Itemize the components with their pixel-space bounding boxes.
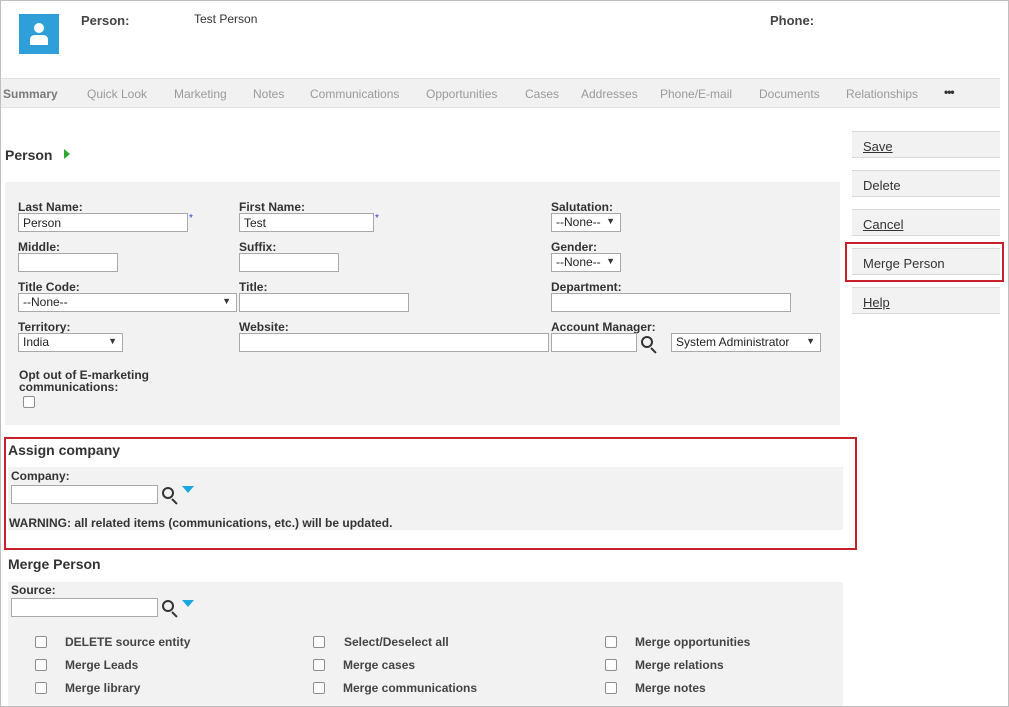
gender-select[interactable]: --None-- ▼: [551, 253, 621, 272]
save-button[interactable]: Save: [852, 131, 1000, 158]
merge-notes-label: Merge notes: [635, 681, 706, 695]
merge-leads-checkbox[interactable]: [35, 659, 47, 671]
gender-value: --None--: [556, 255, 601, 269]
tab-quick-look[interactable]: Quick Look: [87, 87, 147, 101]
merge-leads-label: Merge Leads: [65, 658, 139, 672]
merge-notes-checkbox[interactable]: [605, 682, 617, 694]
department-label: Department:: [551, 280, 622, 294]
delete-source-label: DELETE source entity: [65, 635, 191, 649]
department-input[interactable]: [551, 293, 791, 312]
gender-label: Gender:: [551, 240, 598, 254]
source-label: Source:: [11, 583, 56, 597]
dropdown-arrow-icon: ▼: [606, 216, 615, 226]
last-name-label: Last Name:: [18, 200, 83, 214]
territory-label: Territory:: [18, 320, 71, 334]
expand-arrow-icon[interactable]: [64, 149, 70, 159]
tab-marketing[interactable]: Marketing: [174, 87, 227, 101]
tab-communications[interactable]: Communications: [310, 87, 399, 101]
account-manager-select[interactable]: System Administrator ▼: [671, 333, 821, 352]
required-mark: *: [189, 213, 193, 224]
avatar: [19, 14, 59, 54]
person-label: Person:: [81, 13, 130, 28]
first-name-input[interactable]: [239, 213, 374, 232]
account-manager-label: Account Manager:: [551, 320, 656, 334]
search-icon[interactable]: [162, 487, 180, 505]
source-input[interactable]: [11, 598, 158, 617]
dropdown-arrow-icon: ▼: [108, 336, 117, 346]
salutation-select[interactable]: --None-- ▼: [551, 213, 621, 232]
last-name-input[interactable]: [18, 213, 188, 232]
merge-relations-label: Merge relations: [635, 658, 724, 672]
title-input[interactable]: [239, 293, 409, 312]
assign-company-title: Assign company: [8, 442, 121, 458]
select-all-label: Select/Deselect all: [344, 635, 449, 649]
search-icon[interactable]: [641, 336, 659, 354]
salutation-value: --None--: [556, 215, 601, 229]
person-name: Test Person: [194, 12, 258, 26]
salutation-label: Salutation:: [551, 200, 613, 214]
tab-opportunities[interactable]: Opportunities: [426, 87, 497, 101]
save-button-label: Save: [863, 139, 893, 154]
tab-addresses[interactable]: Addresses: [581, 87, 638, 101]
middle-label: Middle:: [18, 240, 60, 254]
delete-button[interactable]: Delete: [852, 170, 1000, 197]
website-input[interactable]: [239, 333, 549, 352]
cancel-button-label: Cancel: [863, 217, 904, 232]
help-button[interactable]: Help: [852, 287, 1000, 314]
account-manager-input[interactable]: [551, 333, 637, 352]
account-manager-value: System Administrator: [676, 335, 790, 349]
dropdown-arrow-icon: ▼: [806, 336, 815, 346]
tab-cases[interactable]: Cases: [525, 87, 559, 101]
opt-out-checkbox[interactable]: [23, 396, 35, 408]
merge-communications-checkbox[interactable]: [313, 682, 325, 694]
person-icon: [30, 23, 48, 45]
dropdown-arrow-icon[interactable]: [182, 600, 194, 607]
middle-input[interactable]: [18, 253, 118, 272]
title-code-select[interactable]: --None-- ▼: [18, 293, 237, 312]
cancel-button[interactable]: Cancel: [852, 209, 1000, 236]
territory-value: India: [23, 335, 50, 349]
title-code-label: Title Code:: [18, 280, 80, 294]
person-section-title: Person: [5, 147, 53, 163]
merge-relations-checkbox[interactable]: [605, 659, 617, 671]
opt-out-label-cont: communications:: [19, 380, 119, 394]
more-tabs-icon[interactable]: •••: [944, 85, 955, 99]
first-name-label: First Name:: [239, 200, 306, 214]
company-input[interactable]: [11, 485, 158, 504]
select-all-checkbox[interactable]: [313, 636, 325, 648]
merge-library-checkbox[interactable]: [35, 682, 47, 694]
required-mark: *: [375, 213, 379, 224]
dropdown-arrow-icon: ▼: [222, 296, 231, 306]
warning-text: WARNING: all related items (communicatio…: [9, 516, 393, 530]
merge-library-label: Merge library: [65, 681, 141, 695]
title-label: Title:: [239, 280, 268, 294]
dropdown-arrow-icon[interactable]: [182, 486, 194, 493]
dropdown-arrow-icon: ▼: [606, 256, 615, 266]
merge-opportunities-checkbox[interactable]: [605, 636, 617, 648]
merge-cases-checkbox[interactable]: [313, 659, 325, 671]
merge-person-highlight: [845, 242, 1004, 282]
delete-source-checkbox[interactable]: [35, 636, 47, 648]
delete-button-label: Delete: [863, 178, 901, 193]
merge-opportunities-label: Merge opportunities: [635, 635, 751, 649]
suffix-label: Suffix:: [239, 240, 277, 254]
website-label: Website:: [239, 320, 289, 334]
merge-person-title: Merge Person: [8, 556, 101, 572]
title-code-value: --None--: [23, 295, 68, 309]
tab-phone-email[interactable]: Phone/E-mail: [660, 87, 732, 101]
merge-cases-label: Merge cases: [343, 658, 416, 672]
company-label: Company:: [11, 469, 70, 483]
tab-bar: Summary Quick Look Marketing Notes Commu…: [0, 78, 1000, 108]
search-icon[interactable]: [162, 600, 180, 618]
tab-notes[interactable]: Notes: [253, 87, 284, 101]
phone-label: Phone:: [770, 13, 815, 28]
tab-summary[interactable]: Summary: [3, 87, 58, 101]
tab-relationships[interactable]: Relationships: [846, 87, 918, 101]
tab-documents[interactable]: Documents: [759, 87, 820, 101]
suffix-input[interactable]: [239, 253, 339, 272]
territory-select[interactable]: India ▼: [18, 333, 123, 352]
help-button-label: Help: [863, 295, 890, 310]
merge-communications-label: Merge communications: [343, 681, 478, 695]
